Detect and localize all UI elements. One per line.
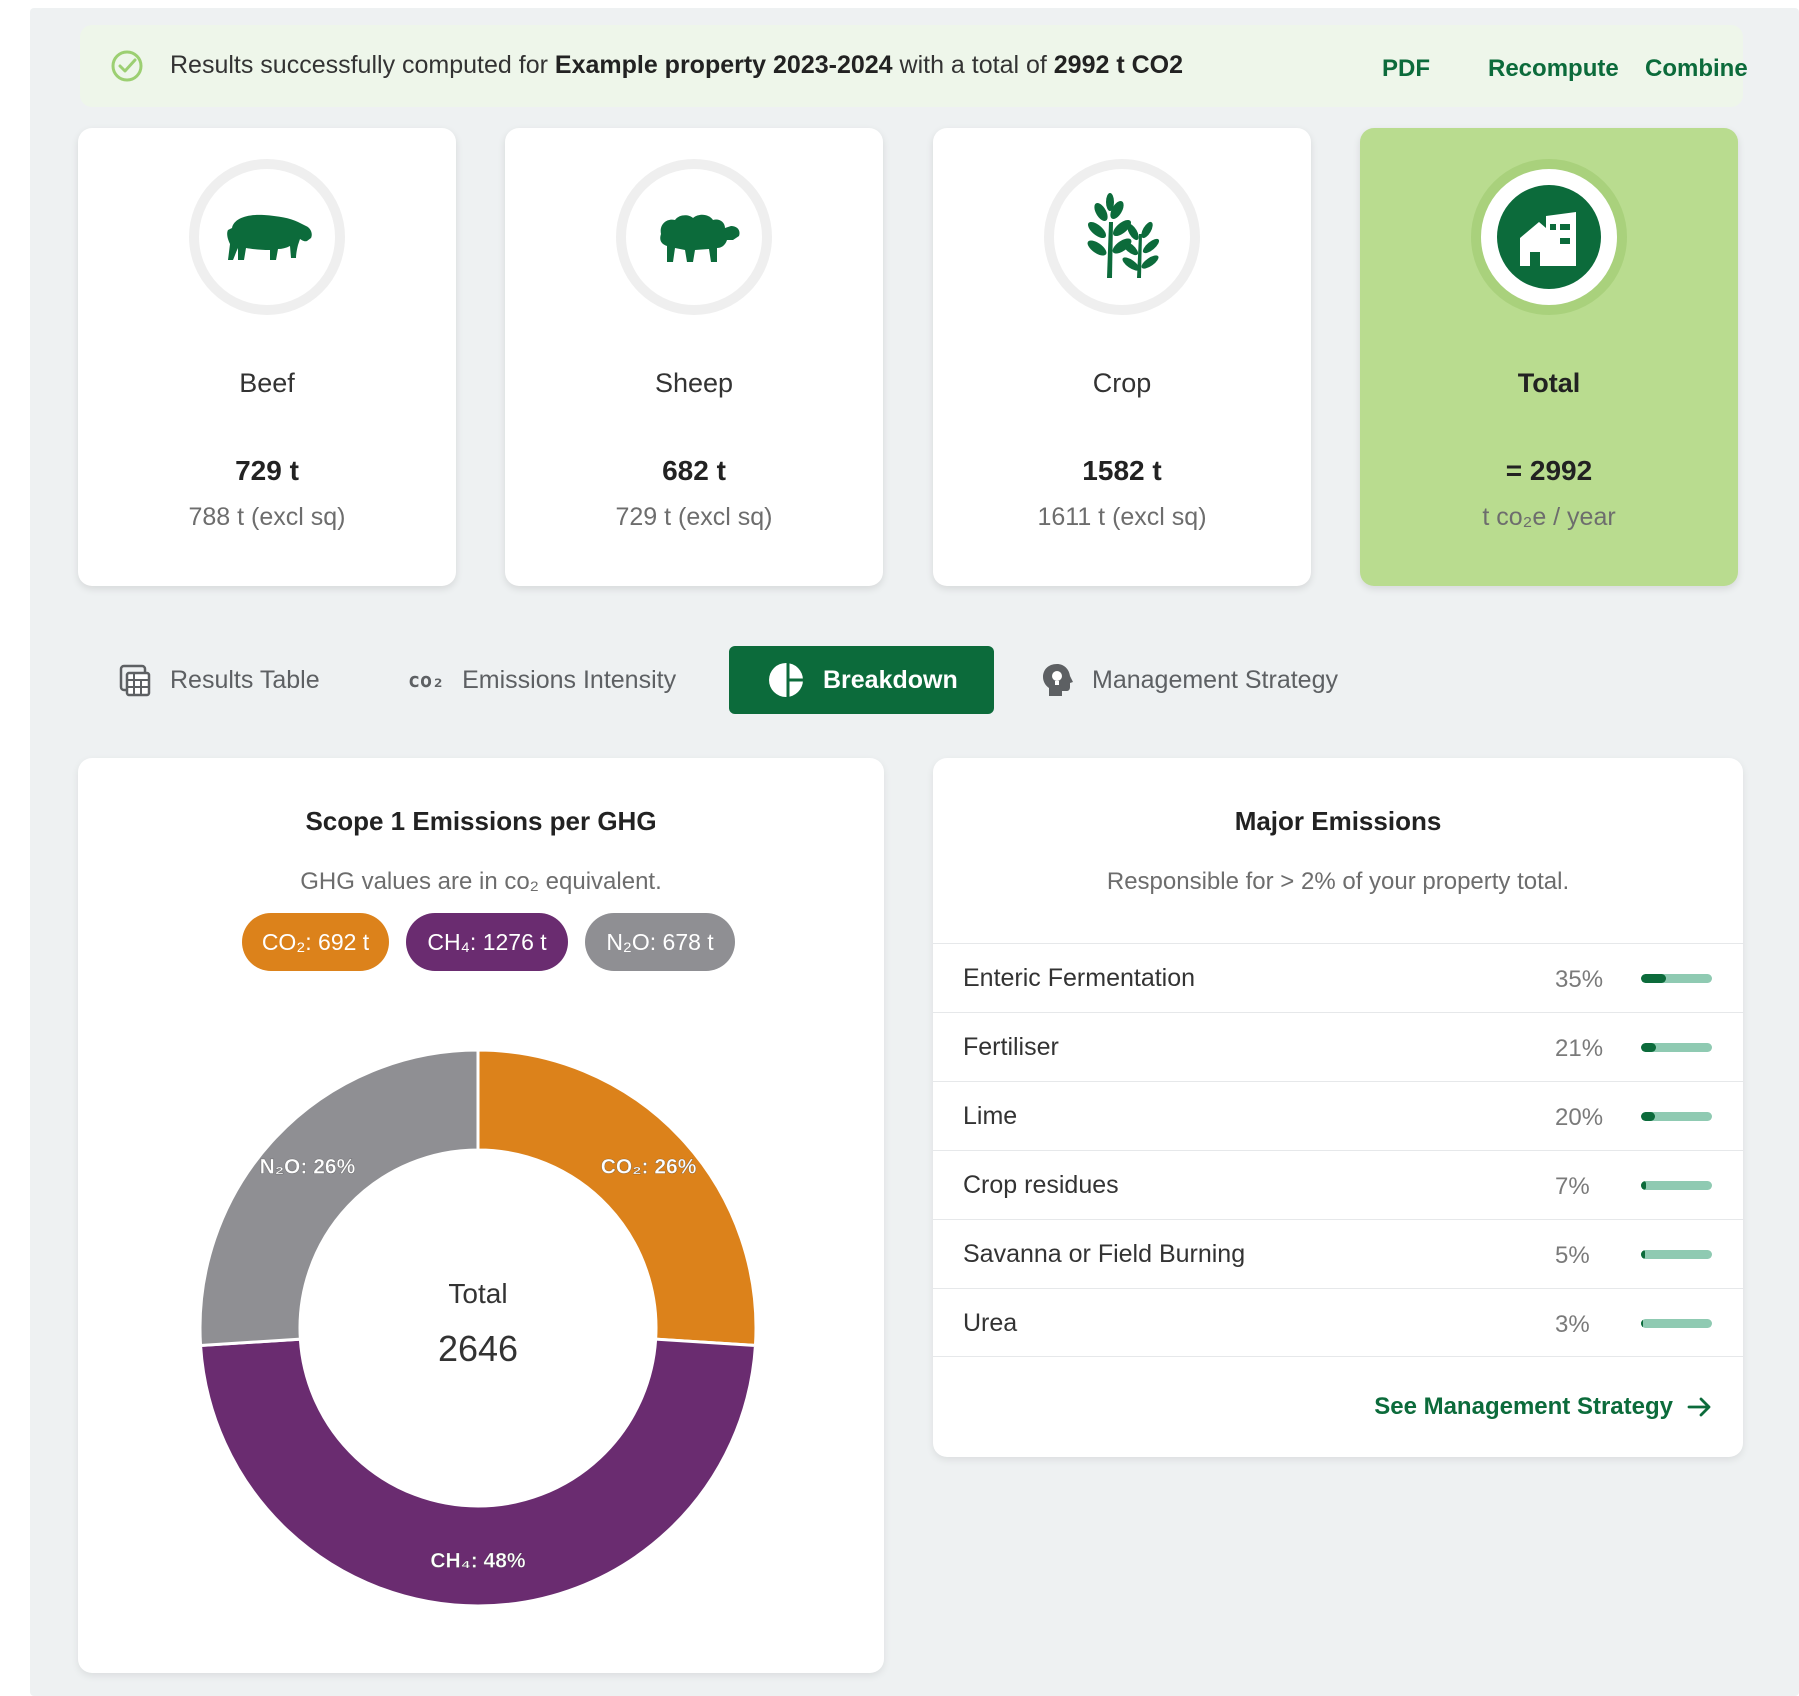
emission-bar: [1641, 1181, 1712, 1190]
donut-center-label: Total: [448, 1278, 508, 1309]
card-name: Total: [1517, 368, 1581, 398]
emission-bar-fill: [1641, 1043, 1656, 1052]
beef-icon-ring: [189, 159, 345, 315]
emission-name: Lime: [963, 1102, 1018, 1130]
results-page: Results successfully computed for Exampl…: [30, 8, 1799, 1696]
card-value: 729 t: [235, 455, 299, 486]
pie-chart-icon: [767, 661, 805, 699]
emission-bar: [1641, 974, 1712, 983]
sheep-icon: [660, 214, 740, 262]
ghg-donut-chart: CO₂: 26% CH₄: 48% N₂O: 26% Total 2646: [198, 1048, 758, 1608]
tab-results-table[interactable]: Results Table: [118, 646, 320, 714]
donut-label-ch4: CH₄: 48%: [430, 1550, 526, 1573]
emission-percent: 3%: [1555, 1311, 1590, 1338]
scope1-subtitle: GHG values are in co₂ equivalent.: [300, 868, 662, 895]
emission-name: Crop residues: [963, 1171, 1119, 1199]
donut-label-co2: CO₂: 26%: [601, 1155, 697, 1178]
emission-row: Enteric Fermentation 35%: [933, 943, 1743, 1012]
tab-label: Emissions Intensity: [462, 665, 677, 694]
donut-center-value: 2646: [437, 1328, 519, 1369]
lightbulb-head-icon: [1040, 662, 1074, 698]
emission-percent: 35%: [1555, 966, 1604, 993]
card-sub-value: 729 t (excl sq): [615, 503, 773, 531]
major-subtitle: Responsible for > 2% of your property to…: [1106, 868, 1570, 895]
arrow-right-icon: [1687, 1397, 1711, 1417]
beef-card: Beef 729 t 788 t (excl sq): [78, 128, 456, 586]
pdf-button[interactable]: PDF: [1382, 55, 1430, 83]
success-banner: Results successfully computed for Exampl…: [80, 25, 1748, 107]
donut-label-n2o: N₂O: 26%: [260, 1155, 356, 1178]
co2-icon: co₂: [408, 668, 445, 692]
check-circle-icon: [111, 50, 143, 82]
emission-bar: [1641, 1112, 1712, 1121]
emission-row: Fertiliser 21%: [933, 1012, 1743, 1081]
emission-bar: [1641, 1319, 1712, 1328]
banner-total: 2992 t CO2: [1053, 51, 1184, 79]
emission-percent: 7%: [1555, 1173, 1590, 1200]
card-sub-value: 1611 t (excl sq): [1037, 503, 1207, 531]
emission-row: Savanna or Field Burning 5%: [933, 1219, 1743, 1288]
emission-row: Urea 3%: [933, 1288, 1743, 1357]
emission-bar-fill: [1641, 1250, 1645, 1259]
emission-bar: [1641, 1250, 1712, 1259]
property-name: Example property 2023-2024: [554, 51, 893, 79]
tab-label: Results Table: [170, 665, 320, 694]
plant-icon: [1087, 193, 1160, 278]
emission-bar-fill: [1641, 1112, 1656, 1121]
combine-button[interactable]: Combine: [1645, 55, 1748, 83]
card-value: 682 t: [662, 455, 726, 486]
scope1-title: Scope 1 Emissions per GHG: [305, 806, 657, 836]
emission-percent: 21%: [1555, 1035, 1604, 1062]
crop-card: Crop 1582 t 1611 t (excl sq): [933, 128, 1311, 586]
major-emissions-panel: Major Emissions Responsible for > 2% of …: [933, 758, 1743, 1457]
see-management-strategy-link[interactable]: See Management Strategy: [1374, 1393, 1713, 1421]
farm-building-icon: [1497, 185, 1601, 289]
tab-breakdown[interactable]: Breakdown: [729, 646, 994, 714]
card-name: Beef: [239, 368, 295, 398]
emission-name: Enteric Fermentation: [963, 964, 1196, 992]
emission-name: Savanna or Field Burning: [963, 1240, 1246, 1268]
banner-message: Results successfully computed for Exampl…: [170, 51, 1184, 79]
ch4-pill[interactable]: CH₄: 1276 t: [406, 913, 568, 971]
tab-label: Management Strategy: [1092, 665, 1338, 694]
card-name: Sheep: [654, 368, 734, 398]
emission-row: Crop residues 7%: [933, 1150, 1743, 1219]
link-label: See Management Strategy: [1374, 1393, 1673, 1420]
emission-name: Fertiliser: [963, 1033, 1059, 1061]
emission-percent: 5%: [1555, 1242, 1590, 1269]
emission-percent: 20%: [1555, 1104, 1604, 1131]
card-sub-value: t co₂e / year: [1482, 503, 1616, 531]
emission-bar-fill: [1641, 1319, 1644, 1328]
table-calculator-icon: [118, 663, 152, 697]
sheep-icon-ring: [616, 159, 772, 315]
crop-icon-ring: [1044, 159, 1200, 315]
emission-name: Urea: [963, 1309, 1018, 1337]
tab-label: Breakdown: [823, 665, 958, 694]
emission-bar-fill: [1641, 974, 1666, 983]
card-value: = 2992: [1505, 455, 1593, 486]
emission-bar-fill: [1641, 1181, 1646, 1190]
scope1-panel: Scope 1 Emissions per GHG GHG values are…: [78, 758, 884, 1673]
recompute-button[interactable]: Recompute: [1488, 55, 1619, 83]
tab-emissions-intensity[interactable]: co₂ Emissions Intensity: [408, 646, 676, 714]
n2o-pill[interactable]: N₂O: 678 t: [585, 913, 735, 971]
major-title: Major Emissions: [1234, 806, 1442, 836]
co2-pill[interactable]: CO₂: 692 t: [242, 913, 389, 971]
sheep-card: Sheep 682 t 729 t (excl sq): [505, 128, 883, 586]
card-name: Crop: [1092, 368, 1152, 398]
emission-row: Lime 20%: [933, 1081, 1743, 1150]
total-card: Total = 2992 t co₂e / year: [1360, 128, 1738, 586]
card-value: 1582 t: [1082, 455, 1162, 486]
emission-bar: [1641, 1043, 1712, 1052]
card-sub-value: 788 t (excl sq): [188, 503, 346, 531]
tab-management-strategy[interactable]: Management Strategy: [1040, 646, 1338, 714]
cow-icon: [227, 214, 312, 260]
total-icon-ring: [1471, 159, 1627, 315]
